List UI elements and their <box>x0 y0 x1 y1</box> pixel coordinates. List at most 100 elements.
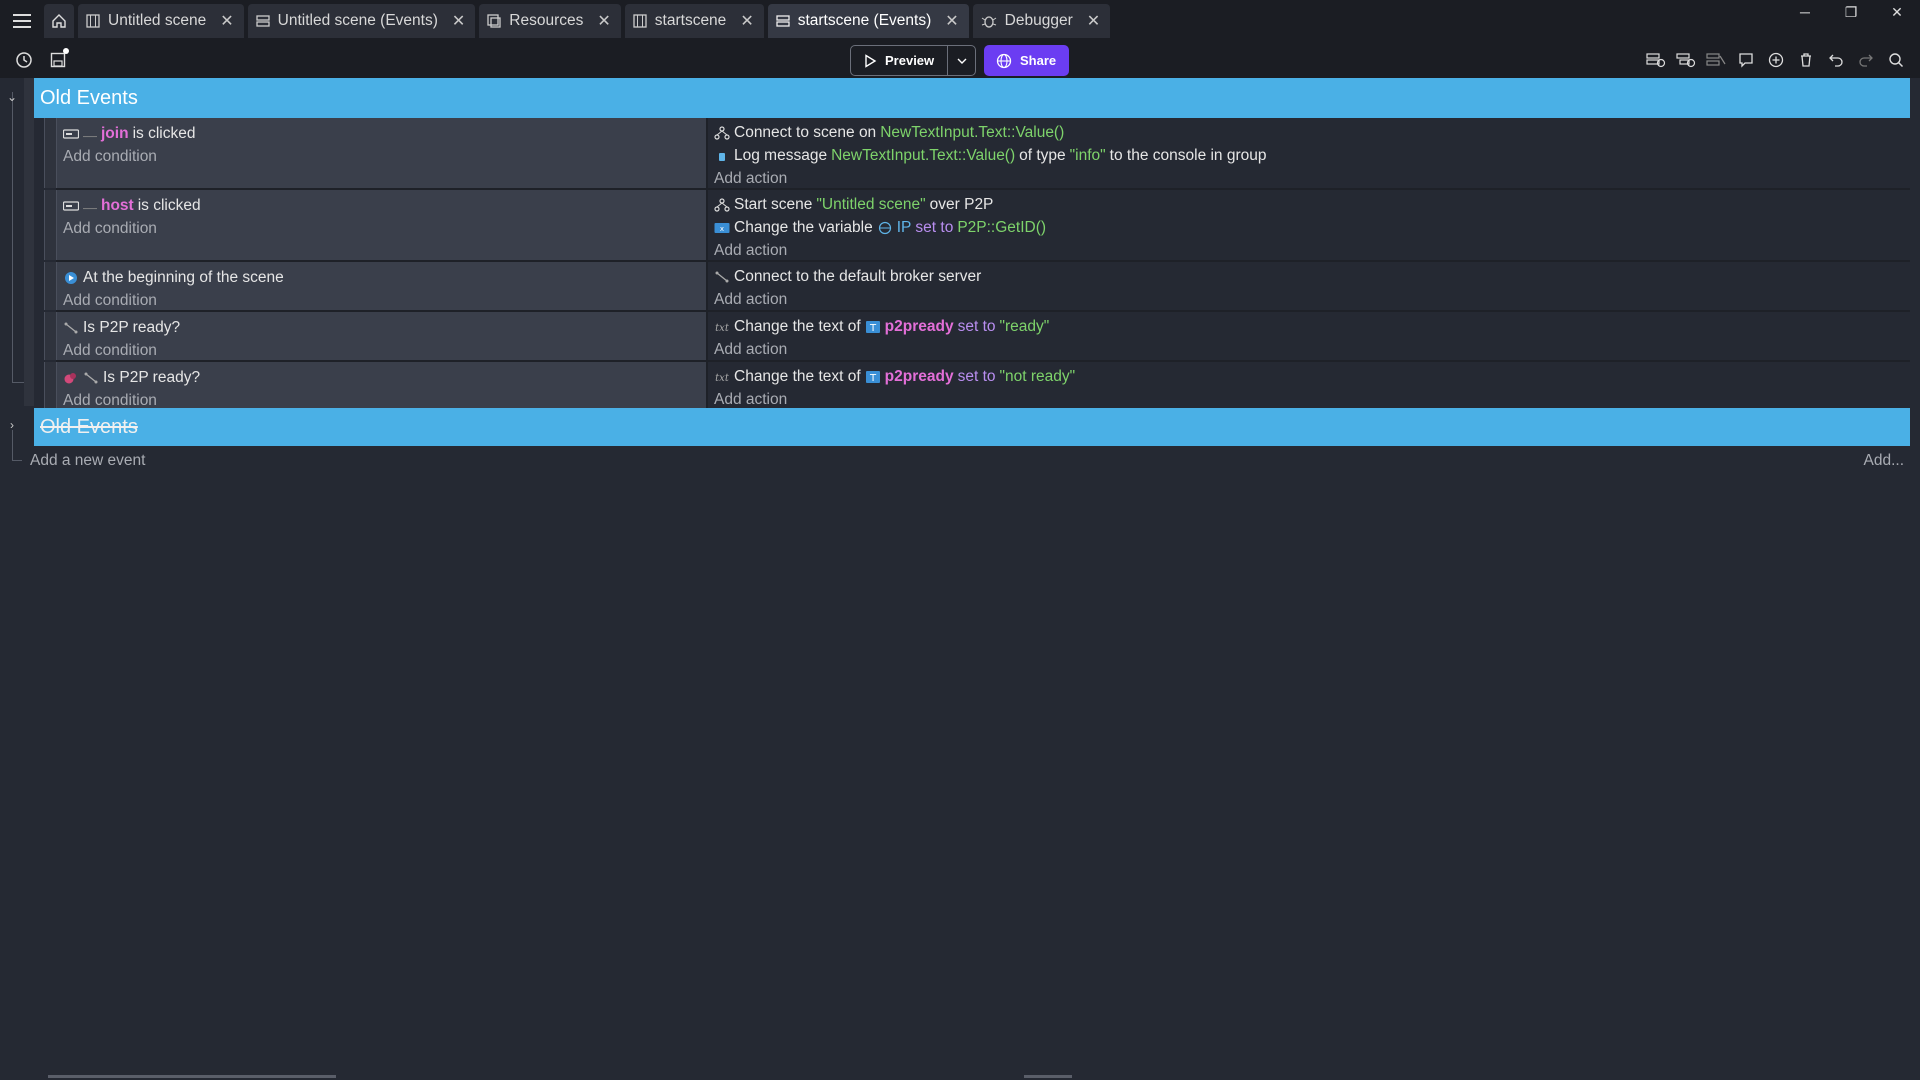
text-object-icon: T <box>865 370 880 384</box>
svg-text:T: T <box>869 323 877 334</box>
redo-icon[interactable] <box>1852 46 1880 74</box>
action-text: Connect to the default broker server <box>734 267 982 285</box>
add-condition-link[interactable]: Add condition <box>63 145 706 168</box>
close-icon[interactable]: ✕ <box>220 11 233 31</box>
close-icon[interactable]: ✕ <box>1087 11 1100 31</box>
add-event-row: Add a new event Add... <box>12 448 1912 474</box>
event-handle[interactable] <box>44 312 56 360</box>
add-condition-link[interactable]: Add condition <box>63 217 706 240</box>
condition[interactable]: Is P2P ready? <box>63 366 706 389</box>
string-value: "not ready" <box>999 367 1076 385</box>
horizontal-scrollbar-thumb[interactable] <box>1024 1075 1072 1078</box>
variable-icon: x <box>714 222 730 233</box>
add-circle-icon[interactable] <box>1762 46 1790 74</box>
event-handle[interactable] <box>44 118 56 188</box>
undo-icon[interactable] <box>1822 46 1850 74</box>
event-row[interactable]: At the beginning of the scene Add condit… <box>56 262 1910 312</box>
action-text: over P2P <box>929 195 994 213</box>
action[interactable]: Start scene "Untitled scene" over P2P <box>714 193 1910 216</box>
preview-button[interactable]: Preview <box>851 46 947 75</box>
group-header-old-events-disabled[interactable]: Old Events <box>34 408 1910 446</box>
action[interactable]: txt Change the text of T p2pready set to… <box>714 365 1910 388</box>
action[interactable]: Log message NewTextInput.Text::Value() o… <box>714 144 1910 167</box>
condition[interactable]: join is clicked <box>63 122 706 145</box>
share-button[interactable]: Share <box>984 45 1069 76</box>
expression-value: P2P::GetID() <box>957 218 1047 236</box>
condition[interactable]: Is P2P ready? <box>63 316 706 339</box>
add-more-button[interactable]: Add... <box>1864 452 1905 470</box>
close-icon[interactable]: ✕ <box>597 11 610 31</box>
delete-icon[interactable] <box>1792 46 1820 74</box>
window-close-icon[interactable]: ✕ <box>1874 0 1920 24</box>
save-icon[interactable] <box>44 46 72 74</box>
add-action-link[interactable]: Add action <box>714 239 1910 262</box>
tab-resources[interactable]: Resources ✕ <box>479 4 621 38</box>
toggle-disabled-icon[interactable] <box>1702 46 1730 74</box>
add-subevent-icon[interactable] <box>1672 46 1700 74</box>
tab-debugger[interactable]: Debugger ✕ <box>972 4 1111 38</box>
action-text: to the console in group <box>1109 146 1267 164</box>
event-row[interactable]: Is P2P ready? Add condition txt Change t… <box>56 362 1910 410</box>
tab-untitled-scene-events[interactable]: Untitled scene (Events) ✕ <box>247 4 476 38</box>
conditions-column: Is P2P ready? Add condition <box>56 312 706 360</box>
chevron-down-icon[interactable]: ⌄ <box>6 90 18 104</box>
events-icon <box>255 15 270 27</box>
condition[interactable]: host is clicked <box>63 194 706 217</box>
action[interactable]: x Change the variable IP set to P2P::Get… <box>714 216 1910 239</box>
string-value: "Untitled scene" <box>816 195 926 213</box>
add-condition-link[interactable]: Add condition <box>63 339 706 362</box>
network-icon <box>714 197 730 212</box>
hamburger-menu-icon[interactable] <box>0 0 44 42</box>
global-variable-icon <box>878 221 891 234</box>
event-handle[interactable] <box>44 362 56 408</box>
event-handle[interactable] <box>44 190 56 260</box>
minimize-icon[interactable]: ─ <box>1782 0 1828 24</box>
action-text: Change the text of <box>734 367 861 385</box>
add-comment-icon[interactable] <box>1732 46 1760 74</box>
action-text: Start scene <box>734 195 813 213</box>
tree-line <box>12 92 13 382</box>
add-action-link[interactable]: Add action <box>714 288 1910 311</box>
event-row[interactable]: host is clicked Add condition Start scen… <box>56 190 1910 262</box>
history-icon[interactable] <box>10 46 38 74</box>
close-icon[interactable]: ✕ <box>945 11 958 31</box>
console-icon <box>719 152 725 161</box>
event-handle[interactable] <box>44 262 56 310</box>
close-icon[interactable]: ✕ <box>452 11 465 31</box>
action[interactable]: Connect to scene on NewTextInput.Text::V… <box>714 121 1910 144</box>
horizontal-scrollbar[interactable] <box>48 1075 336 1078</box>
svg-text:txt: txt <box>715 323 730 334</box>
home-icon[interactable] <box>44 4 74 38</box>
action[interactable]: txt Change the text of T p2pready set to… <box>714 315 1910 338</box>
action-text: Change the variable <box>734 218 873 236</box>
event-row[interactable]: join is clicked Add condition Connect to… <box>56 118 1910 190</box>
action[interactable]: Connect to the default broker server <box>714 265 1910 288</box>
scene-icon <box>86 14 100 28</box>
condition[interactable]: At the beginning of the scene <box>63 266 706 289</box>
tab-label: startscene (Events) <box>797 12 932 29</box>
actions-column: Start scene "Untitled scene" over P2P x … <box>706 190 1910 260</box>
add-action-link[interactable]: Add action <box>714 167 1910 190</box>
tab-untitled-scene[interactable]: Untitled scene ✕ <box>78 4 244 38</box>
restore-icon[interactable]: ❐ <box>1828 0 1874 24</box>
conditions-column: join is clicked Add condition <box>56 118 706 188</box>
scene-icon <box>633 14 647 28</box>
add-condition-link[interactable]: Add condition <box>63 289 706 312</box>
svg-text:T: T <box>869 373 877 384</box>
chevron-right-icon[interactable]: › <box>6 418 18 432</box>
action-text: Connect to scene on <box>734 123 877 141</box>
add-action-link[interactable]: Add action <box>714 338 1910 361</box>
event-row[interactable]: Is P2P ready? Add condition txt Change t… <box>56 312 1910 362</box>
tab-startscene-events[interactable]: startscene (Events) ✕ <box>767 4 969 38</box>
object-name: p2pready <box>884 317 954 335</box>
close-icon[interactable]: ✕ <box>740 11 753 31</box>
add-event-icon[interactable] <box>1642 46 1670 74</box>
add-new-event-link[interactable]: Add a new event <box>30 452 145 470</box>
expression-value: NewTextInput.Text::Value() <box>880 123 1065 141</box>
string-value: "ready" <box>999 317 1050 335</box>
search-icon[interactable] <box>1882 46 1910 74</box>
actions-column: txt Change the text of T p2pready set to… <box>706 362 1910 408</box>
group-header-old-events[interactable]: Old Events <box>34 78 1910 118</box>
preview-dropdown-button[interactable] <box>947 46 975 75</box>
tab-startscene[interactable]: startscene ✕ <box>624 4 764 38</box>
